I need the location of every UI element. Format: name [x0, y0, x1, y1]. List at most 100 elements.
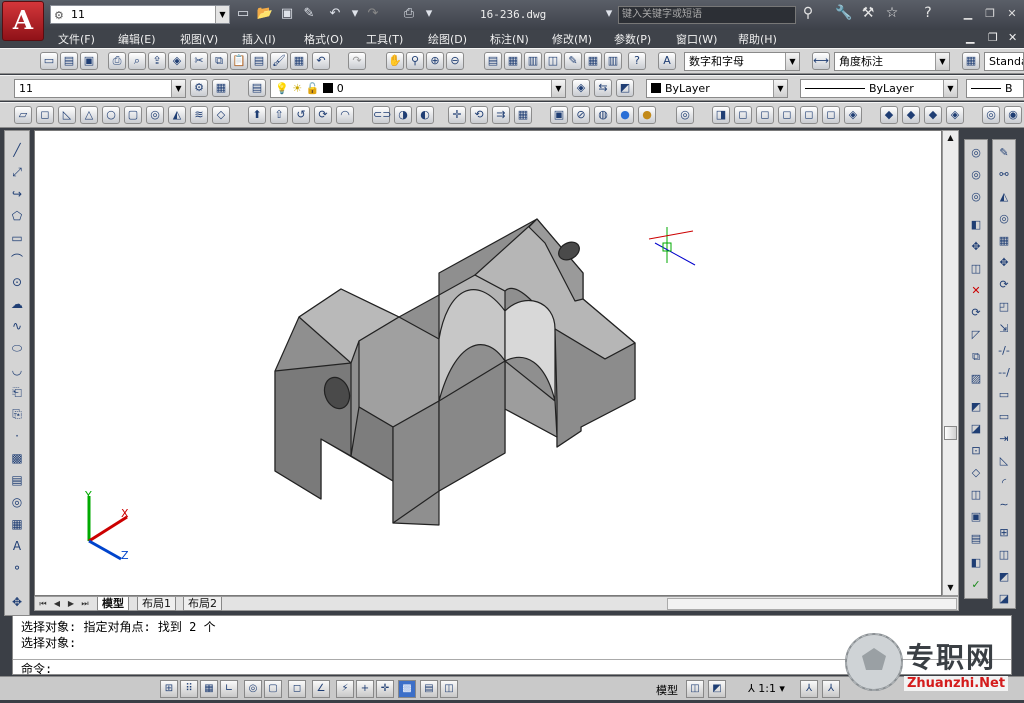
multiline-text-icon[interactable]: A [8, 537, 26, 555]
extrude-faces-icon[interactable]: ◧ [967, 216, 985, 234]
last-tab-icon[interactable]: ⏭ [79, 598, 91, 610]
offset-faces-icon[interactable]: ◫ [967, 260, 985, 278]
prev-tab-icon[interactable]: ◀ [51, 598, 63, 610]
layer-match-icon[interactable]: ◩ [616, 79, 634, 97]
binoculars-icon[interactable]: ⚲ [798, 5, 818, 21]
chevron-down-icon[interactable]: ▼ [943, 80, 957, 97]
nav-wheel-icon[interactable]: ✥ [8, 593, 26, 611]
region-icon[interactable]: ◎ [8, 493, 26, 511]
move-faces-icon[interactable]: ✥ [967, 238, 985, 256]
explode-icon[interactable]: ⊞ [995, 524, 1013, 542]
table-icon[interactable]: ▦ [8, 515, 26, 533]
top-view-icon[interactable]: ◨ [712, 106, 730, 124]
menu-file[interactable]: 文件(F) [58, 31, 95, 47]
favorites-star-icon[interactable]: ☆ [882, 5, 902, 21]
bottom-view-icon[interactable]: ◻ [734, 106, 752, 124]
layer-settings-icon[interactable]: ⚙ [190, 79, 208, 97]
block-editor-icon[interactable]: ▦ [290, 52, 308, 70]
layer-states-icon[interactable]: ▦ [212, 79, 230, 97]
camera-icon[interactable]: ◈ [946, 106, 964, 124]
ne-iso-icon[interactable]: ◆ [902, 106, 920, 124]
selection-cycling-icon[interactable]: ◫ [440, 680, 458, 698]
annotation-visibility-icon[interactable]: ⅄ [800, 680, 818, 698]
menu-close-icon[interactable]: ✕ [1008, 31, 1017, 44]
extend-icon[interactable]: --/ [995, 364, 1013, 382]
intersect-icon[interactable]: ◐ [416, 106, 434, 124]
cylinder-icon[interactable]: ▢ [124, 106, 142, 124]
command-prompt[interactable]: 命令: [21, 660, 52, 677]
3d-array-icon[interactable]: ▦ [514, 106, 532, 124]
line-icon[interactable]: ╱ [8, 141, 26, 159]
gradient-icon[interactable]: ▤ [8, 471, 26, 489]
box-icon[interactable]: ◻ [36, 106, 54, 124]
quick-view-drawings-icon[interactable]: ◩ [708, 680, 726, 698]
chevron-down-icon[interactable]: ▼ [773, 80, 787, 97]
stretch-icon[interactable]: ⇲ [995, 320, 1013, 338]
zoom-realtime-icon[interactable]: ⚲ [406, 52, 424, 70]
array-icon[interactable]: ▦ [995, 232, 1013, 250]
free-orbit-icon[interactable]: ◉ [1004, 106, 1022, 124]
visual-style-manager-icon[interactable]: ◎ [676, 106, 694, 124]
blend-icon[interactable]: ∼ [995, 496, 1013, 514]
menu-edit[interactable]: 编辑(E) [118, 31, 156, 47]
planar-surface-icon[interactable]: ◇ [212, 106, 230, 124]
accept-icon[interactable]: ✓ [967, 576, 985, 594]
ellipse-icon[interactable]: ⬭ [8, 339, 26, 357]
qnew-icon[interactable]: ▭ [40, 52, 58, 70]
chevron-down-icon[interactable]: ▼ [215, 6, 229, 23]
wedge-icon[interactable]: ◺ [58, 106, 76, 124]
otrack-icon[interactable]: ∠ [312, 680, 330, 698]
menu-help[interactable]: 帮助(H) [738, 31, 777, 47]
point-icon[interactable]: · [8, 427, 26, 445]
properties-icon[interactable]: ▤ [484, 52, 502, 70]
union-icon[interactable]: ⊂⊃ [372, 106, 391, 124]
3d-align-icon[interactable]: ⇉ [492, 106, 510, 124]
copy-faces-icon[interactable]: ⧉ [967, 348, 985, 366]
transparency-icon[interactable]: ▩ [398, 680, 416, 698]
wireframe-icon[interactable]: ⊘ [572, 106, 590, 124]
circle-icon[interactable]: ⊙ [8, 273, 26, 291]
rotate-icon[interactable]: ⟳ [995, 276, 1013, 294]
menu-format[interactable]: 格式(O) [304, 31, 343, 47]
pan-icon[interactable]: ✋ [386, 52, 404, 70]
slice-icon[interactable]: ◧ [967, 554, 985, 572]
text-style-dropdown[interactable]: 数字和字母 ▼ [684, 52, 800, 71]
print-icon[interactable]: ⎙ [108, 52, 126, 70]
insert-block-icon[interactable]: ⎗ [8, 383, 26, 401]
snap-mode-icon[interactable]: ⠿ [180, 680, 198, 698]
break-icon[interactable]: ▭ [995, 408, 1013, 426]
scroll-up-icon[interactable]: ▲ [943, 131, 958, 145]
chamfer-icon[interactable]: ◺ [995, 452, 1013, 470]
join-icon[interactable]: ⇥ [995, 430, 1013, 448]
copy-object-icon[interactable]: ⚯ [995, 166, 1013, 184]
shell-icon[interactable]: ▣ [967, 508, 985, 526]
3d-move-icon[interactable]: ✛ [448, 106, 466, 124]
chevron-down-icon[interactable]: ▼ [785, 53, 799, 70]
copy-edges-icon[interactable]: ◩ [967, 398, 985, 416]
hidden-icon[interactable]: ◍ [594, 106, 612, 124]
layer-state-dropdown[interactable]: 11 ▼ [14, 79, 186, 98]
arc-icon[interactable]: ⌒ [8, 251, 26, 269]
clean-icon[interactable]: ◇ [967, 464, 985, 482]
realistic-icon[interactable]: ● [616, 106, 634, 124]
union-tool-icon[interactable]: ◎ [967, 144, 985, 162]
send-back-icon[interactable]: ◪ [995, 590, 1013, 608]
visual-style-icon[interactable]: ▣ [550, 106, 568, 124]
layer-properties-icon[interactable]: ▤ [248, 79, 266, 97]
scale-icon[interactable]: ◰ [995, 298, 1013, 316]
ellipse-arc-icon[interactable]: ◡ [8, 361, 26, 379]
color-dropdown[interactable]: ByLayer ▼ [646, 79, 788, 98]
orbit-icon[interactable]: ◎ [982, 106, 1000, 124]
polysolid-icon[interactable]: ▱ [14, 106, 32, 124]
hatch-icon[interactable]: ▩ [8, 449, 26, 467]
zoom-previous-icon[interactable]: ⊖ [446, 52, 464, 70]
ortho-mode-icon[interactable]: ∟ [220, 680, 238, 698]
undo-tool-icon[interactable]: ↶ [312, 52, 330, 70]
undo-dropdown-icon[interactable]: ▾ [346, 5, 364, 23]
scroll-down-icon[interactable]: ▼ [943, 581, 958, 595]
help-icon[interactable]: ? [918, 5, 938, 21]
model-space-label[interactable]: 模型 [656, 682, 678, 698]
cut-icon[interactable]: ✂ [190, 52, 208, 70]
menu-draw[interactable]: 绘图(D) [428, 31, 467, 47]
help-tool-icon[interactable]: ? [628, 52, 646, 70]
